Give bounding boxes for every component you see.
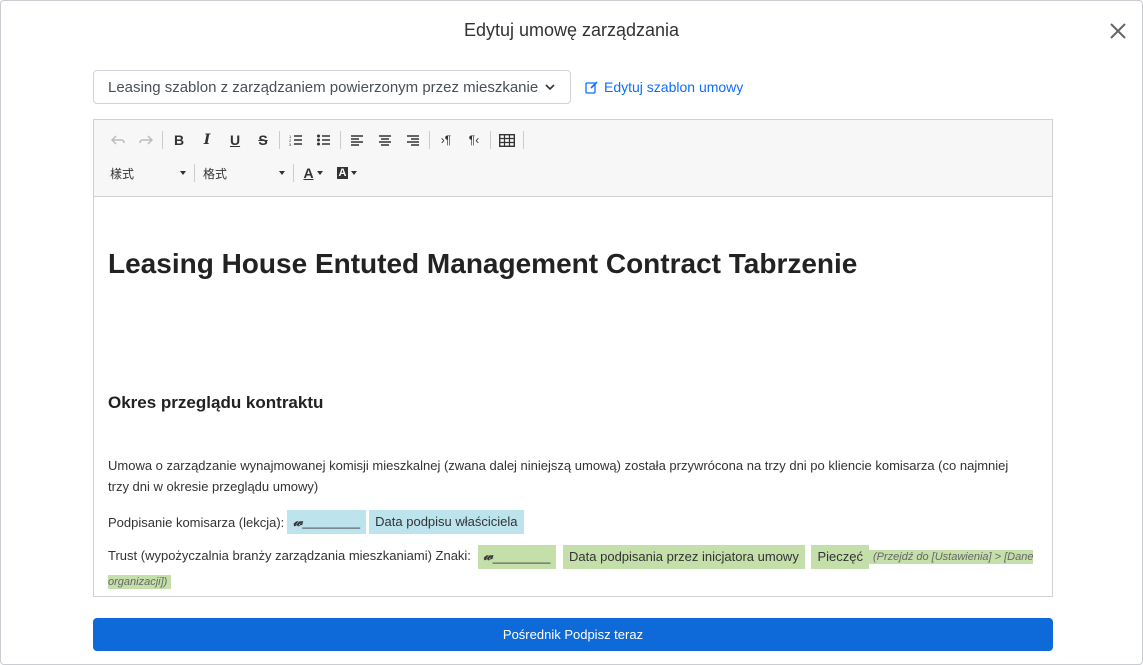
chevron-down-icon [545,84,555,91]
undo-icon[interactable] [104,129,132,151]
rich-text-editor: B I U S 123 ›¶ ¶‹ 樣式 格式 A A Leasing Hous… [93,119,1053,597]
toolbar-separator [490,131,491,149]
agent-sign-now-button[interactable]: Pośrednik Podpisz teraz [93,618,1053,651]
format-dropdown[interactable]: 格式 [197,162,291,184]
commissioner-signature-label: Podpisanie komisarza (lekcja): [108,514,285,530]
initiator-sign-date-field[interactable]: Data podpisania przez inicjatora umowy [563,544,805,569]
toolbar-separator [162,131,163,149]
edit-contract-modal: Edytuj umowę zarządzania Leasing szablon… [0,0,1143,665]
document-title: Leasing House Entuted Management Contrac… [108,248,858,279]
redo-icon[interactable] [132,129,160,151]
edit-icon [585,81,598,94]
ltr-icon[interactable]: ›¶ [432,129,460,151]
commissioner-signature-row: Podpisanie komisarza (lekcja): 𝓌________… [108,510,524,534]
numbered-list-icon[interactable]: 123 [282,129,310,151]
trust-signature-label: Trust (wypożyczalnia branży zarządzania … [108,548,471,563]
svg-text:3: 3 [289,142,292,146]
signature-line: ________ [492,548,551,564]
seal-label: Pieczęć [817,548,863,564]
template-select[interactable]: Leasing szablon z zarządzaniem powierzon… [93,70,571,104]
trust-signature-row: Trust (wypożyczalnia branży zarządzania … [108,544,1038,594]
close-icon[interactable] [1106,19,1130,43]
toolbar-separator [293,164,294,182]
caret-down-icon [180,171,186,175]
contract-paragraph: Umowa o zarządzanie wynajmowanej komisji… [108,458,1009,494]
background-color-icon[interactable]: A [330,162,364,184]
edit-template-label: Edytuj szablon umowy [604,79,744,95]
editor-toolbar: B I U S 123 ›¶ ¶‹ 樣式 格式 A A [94,120,1052,197]
toolbar-separator [279,131,280,149]
align-right-icon[interactable] [399,129,427,151]
seal-field[interactable]: Pieczęć [811,544,869,569]
underline-icon[interactable]: U [221,129,249,151]
table-icon[interactable] [493,129,521,151]
signature-icon: 𝓌 [293,514,303,530]
modal-title: Edytuj umowę zarządzania [463,20,680,40]
bold-icon[interactable]: B [165,129,193,151]
style-dropdown[interactable]: 樣式 [104,162,192,184]
template-select-value: Leasing szablon z zarządzaniem powierzon… [108,78,539,96]
document-subtitle: Okres przeglądu kontraktu [108,393,324,412]
bullet-list-icon[interactable] [310,129,338,151]
align-left-icon[interactable] [343,129,371,151]
format-dropdown-label: 格式 [203,166,228,181]
rtl-icon[interactable]: ¶‹ [460,129,488,151]
signature-icon: 𝓌 [483,549,493,565]
owner-sign-date-field[interactable]: Data podpisu właściciela [369,510,524,534]
caret-down-icon [279,171,285,175]
trust-signature-field[interactable]: 𝓌________ [477,544,557,569]
align-center-icon[interactable] [371,129,399,151]
toolbar-separator [523,131,524,149]
toolbar-separator [340,131,341,149]
toolbar-separator [194,164,195,182]
signature-line: ________ [302,514,361,529]
editor-content[interactable]: Leasing House Entuted Management Contrac… [94,197,1052,596]
toolbar-separator [429,131,430,149]
style-dropdown-label: 樣式 [110,166,135,181]
edit-template-link[interactable]: Edytuj szablon umowy [585,79,743,95]
text-color-icon[interactable]: A [296,162,330,184]
strikethrough-icon[interactable]: S [249,129,277,151]
italic-icon[interactable]: I [193,129,221,151]
commissioner-signature-field[interactable]: 𝓌________ [287,510,367,534]
